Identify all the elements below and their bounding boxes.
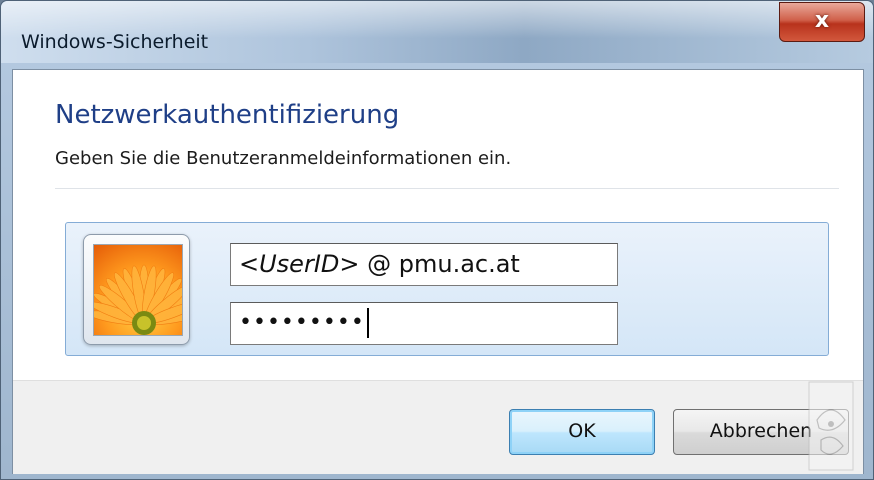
- dialog-content: Netzwerkauthentifizierung Geben Sie die …: [12, 69, 864, 474]
- credential-tile[interactable]: <UserID> @ pmu.ac.at •••••••••: [65, 222, 829, 356]
- close-button[interactable]: x: [779, 2, 865, 42]
- dialog-heading: Netzwerkauthentifizierung: [55, 100, 400, 130]
- button-bar: OK Abbrechen: [13, 380, 863, 474]
- text-caret: [366, 308, 369, 338]
- username-field[interactable]: <UserID> @ pmu.ac.at: [230, 243, 618, 286]
- avatar-frame: [83, 234, 190, 345]
- title-bar[interactable]: Windows-Sicherheit x: [1, 1, 873, 63]
- divider: [55, 188, 839, 189]
- domain-text: @ pmu.ac.at: [359, 250, 520, 278]
- flower-avatar-icon: [93, 244, 183, 336]
- user-id-text: <UserID>: [239, 250, 360, 278]
- ok-button[interactable]: OK: [509, 409, 655, 455]
- security-dialog-window: Windows-Sicherheit x Netzwerkauthentifiz…: [0, 0, 874, 480]
- stamp-watermark-icon: [807, 380, 855, 472]
- password-mask: •••••••••: [239, 310, 365, 335]
- window-title: Windows-Sicherheit: [21, 31, 209, 53]
- dialog-instruction: Geben Sie die Benutzeranmeldeinformation…: [55, 148, 512, 169]
- password-field[interactable]: •••••••••: [230, 302, 618, 345]
